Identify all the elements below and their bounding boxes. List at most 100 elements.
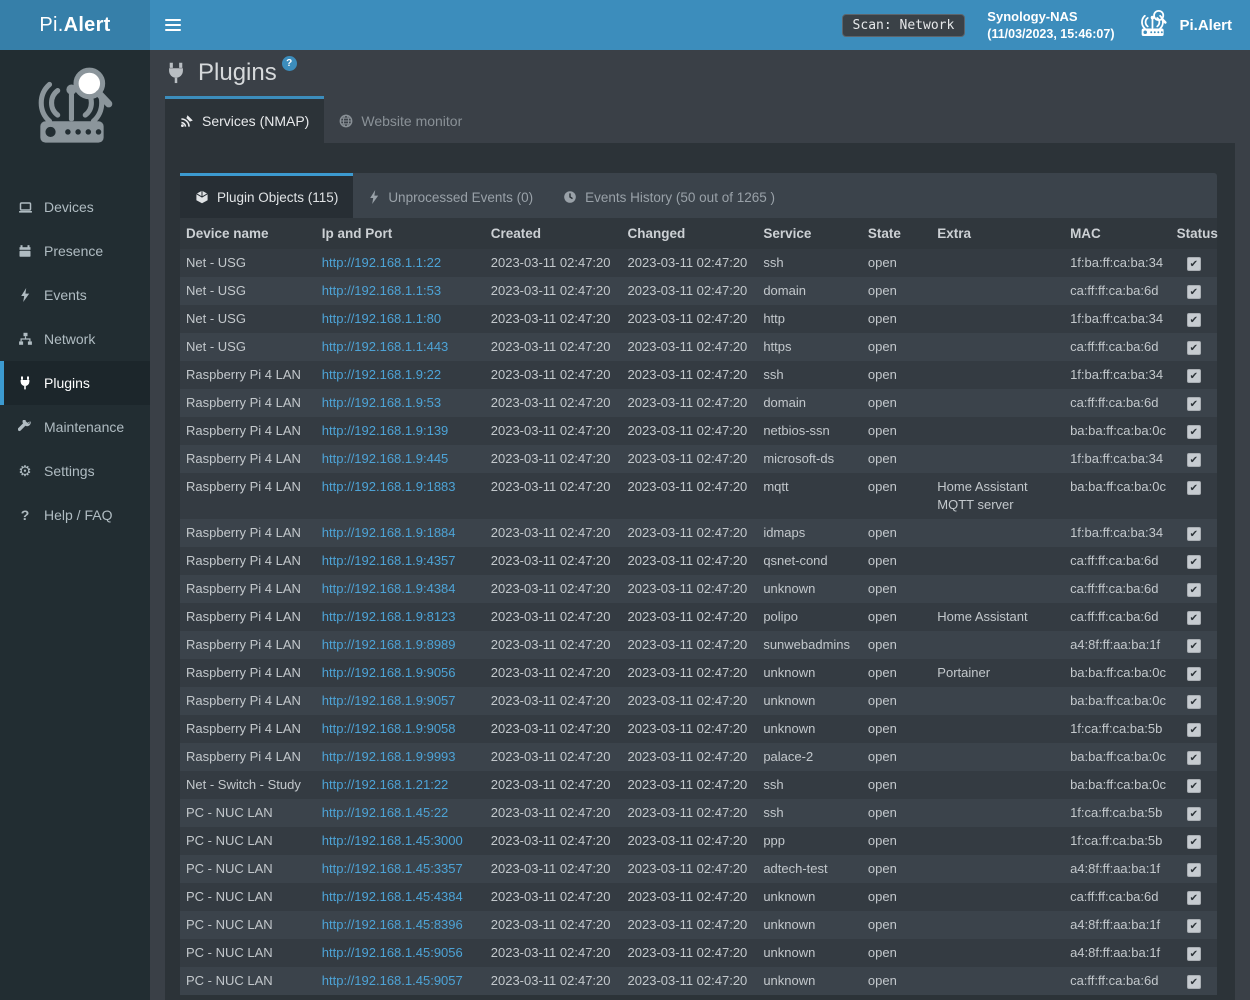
- cell-device-name: PC - NUC LAN: [180, 799, 316, 827]
- ip-port-link[interactable]: http://192.168.1.9:139: [322, 423, 449, 438]
- cell-status: ✔: [1171, 939, 1217, 967]
- cell-mac: 1f:ba:ff:ca:ba:34: [1064, 249, 1171, 277]
- app-logo[interactable]: Pi.Alert: [0, 0, 150, 50]
- ip-port-link[interactable]: http://192.168.1.9:1884: [322, 525, 456, 540]
- status-checkbox[interactable]: ✔: [1187, 695, 1201, 709]
- cell-service: unknown: [757, 883, 862, 911]
- cell-device-name: PC - NUC LAN: [180, 855, 316, 883]
- column-header-mac: MAC: [1064, 218, 1171, 249]
- ip-port-link[interactable]: http://192.168.1.9:1883: [322, 479, 456, 494]
- cell-state: open: [862, 547, 931, 575]
- ip-port-link[interactable]: http://192.168.1.1:80: [322, 311, 441, 326]
- cell-service: idmaps: [757, 519, 862, 547]
- cell-service: unknown: [757, 659, 862, 687]
- ip-port-link[interactable]: http://192.168.1.9:9993: [322, 749, 456, 764]
- status-checkbox[interactable]: ✔: [1187, 453, 1201, 467]
- calendar-icon: [16, 244, 34, 258]
- ip-port-link[interactable]: http://192.168.1.45:3000: [322, 833, 463, 848]
- cell-device-name: PC - NUC LAN: [180, 967, 316, 995]
- sidebar-item-maintenance[interactable]: Maintenance: [0, 405, 150, 449]
- cell-created: 2023-03-11 02:47:20: [485, 883, 622, 911]
- cell-mac: ca:ff:ff:ca:ba:6d: [1064, 333, 1171, 361]
- ip-port-link[interactable]: http://192.168.1.9:4384: [322, 581, 456, 596]
- status-checkbox[interactable]: ✔: [1187, 975, 1201, 989]
- ip-port-link[interactable]: http://192.168.1.9:8989: [322, 637, 456, 652]
- host-timestamp: (11/03/2023, 15:46:07): [987, 27, 1114, 41]
- ip-port-link[interactable]: http://192.168.1.45:22: [322, 805, 449, 820]
- ip-port-link[interactable]: http://192.168.1.9:9056: [322, 665, 456, 680]
- ip-port-link[interactable]: http://192.168.1.45:9057: [322, 973, 463, 988]
- subtab-unprocessed-events-0[interactable]: Unprocessed Events (0): [353, 173, 548, 218]
- status-checkbox[interactable]: ✔: [1187, 611, 1201, 625]
- status-checkbox[interactable]: ✔: [1187, 835, 1201, 849]
- ip-port-link[interactable]: http://192.168.1.1:22: [322, 255, 441, 270]
- status-checkbox[interactable]: ✔: [1187, 583, 1201, 597]
- ip-port-link[interactable]: http://192.168.1.1:443: [322, 339, 449, 354]
- sidebar-item-plugins[interactable]: Plugins: [0, 361, 150, 405]
- cell-device-name: Net - Switch - Study: [180, 771, 316, 799]
- status-checkbox[interactable]: ✔: [1187, 919, 1201, 933]
- cell-device-name: Net - USG: [180, 333, 316, 361]
- tab-services-nmap[interactable]: Services (NMAP): [165, 96, 324, 143]
- cell-mac: ba:ba:ff:ca:ba:0c: [1064, 687, 1171, 715]
- sidebar-item-settings[interactable]: ⚙Settings: [0, 449, 150, 493]
- ip-port-link[interactable]: http://192.168.1.21:22: [322, 777, 449, 792]
- cell-state: open: [862, 939, 931, 967]
- ip-port-link[interactable]: http://192.168.1.1:53: [322, 283, 441, 298]
- status-checkbox[interactable]: ✔: [1187, 779, 1201, 793]
- ip-port-link[interactable]: http://192.168.1.45:3357: [322, 861, 463, 876]
- cell-changed: 2023-03-11 02:47:20: [622, 799, 758, 827]
- tab-website-monitor[interactable]: Website monitor: [324, 96, 477, 143]
- status-checkbox[interactable]: ✔: [1187, 257, 1201, 271]
- cell-state: open: [862, 967, 931, 995]
- help-badge[interactable]: ?: [282, 56, 297, 71]
- status-checkbox[interactable]: ✔: [1187, 425, 1201, 439]
- status-checkbox[interactable]: ✔: [1187, 751, 1201, 765]
- status-checkbox[interactable]: ✔: [1187, 369, 1201, 383]
- status-checkbox[interactable]: ✔: [1187, 863, 1201, 877]
- status-checkbox[interactable]: ✔: [1187, 807, 1201, 821]
- sidebar-item-devices[interactable]: Devices: [0, 185, 150, 229]
- sidebar-item-network[interactable]: Network: [0, 317, 150, 361]
- brand[interactable]: Pi.Alert: [1136, 8, 1232, 42]
- status-checkbox[interactable]: ✔: [1187, 639, 1201, 653]
- status-checkbox[interactable]: ✔: [1187, 891, 1201, 905]
- ip-port-link[interactable]: http://192.168.1.9:8123: [322, 609, 456, 624]
- status-checkbox[interactable]: ✔: [1187, 481, 1201, 495]
- cell-ip-port: http://192.168.1.9:139: [316, 417, 485, 445]
- cell-state: open: [862, 911, 931, 939]
- cell-extra: [931, 249, 1064, 277]
- status-checkbox[interactable]: ✔: [1187, 285, 1201, 299]
- status-checkbox[interactable]: ✔: [1187, 341, 1201, 355]
- status-checkbox[interactable]: ✔: [1187, 723, 1201, 737]
- cell-changed: 2023-03-11 02:47:20: [622, 743, 758, 771]
- ip-port-link[interactable]: http://192.168.1.9:9058: [322, 721, 456, 736]
- sidebar-item-events[interactable]: Events: [0, 273, 150, 317]
- cell-device-name: PC - NUC LAN: [180, 911, 316, 939]
- sidebar-item-presence[interactable]: Presence: [0, 229, 150, 273]
- status-checkbox[interactable]: ✔: [1187, 397, 1201, 411]
- ip-port-link[interactable]: http://192.168.1.45:4384: [322, 889, 463, 904]
- ip-port-link[interactable]: http://192.168.1.9:4357: [322, 553, 456, 568]
- subtab-plugin-objects-115[interactable]: Plugin Objects (115): [180, 173, 353, 218]
- cell-status: ✔: [1171, 911, 1217, 939]
- status-checkbox[interactable]: ✔: [1187, 313, 1201, 327]
- status-checkbox[interactable]: ✔: [1187, 947, 1201, 961]
- ip-port-link[interactable]: http://192.168.1.45:8396: [322, 917, 463, 932]
- cell-status: ✔: [1171, 333, 1217, 361]
- sidebar-item-help-faq[interactable]: ?Help / FAQ: [0, 493, 150, 537]
- sidebar-toggle-button[interactable]: [150, 0, 196, 50]
- ip-port-link[interactable]: http://192.168.1.9:445: [322, 451, 449, 466]
- cell-ip-port: http://192.168.1.9:4357: [316, 547, 485, 575]
- cell-ip-port: http://192.168.1.21:22: [316, 771, 485, 799]
- cell-ip-port: http://192.168.1.1:443: [316, 333, 485, 361]
- status-checkbox[interactable]: ✔: [1187, 667, 1201, 681]
- status-checkbox[interactable]: ✔: [1187, 555, 1201, 569]
- subtab-events-history-50-out-of-1265[interactable]: Events History (50 out of 1265 ): [548, 173, 790, 218]
- status-checkbox[interactable]: ✔: [1187, 527, 1201, 541]
- ip-port-link[interactable]: http://192.168.1.9:53: [322, 395, 441, 410]
- ip-port-link[interactable]: http://192.168.1.9:22: [322, 367, 441, 382]
- ip-port-link[interactable]: http://192.168.1.9:9057: [322, 693, 456, 708]
- cell-device-name: Raspberry Pi 4 LAN: [180, 687, 316, 715]
- ip-port-link[interactable]: http://192.168.1.45:9056: [322, 945, 463, 960]
